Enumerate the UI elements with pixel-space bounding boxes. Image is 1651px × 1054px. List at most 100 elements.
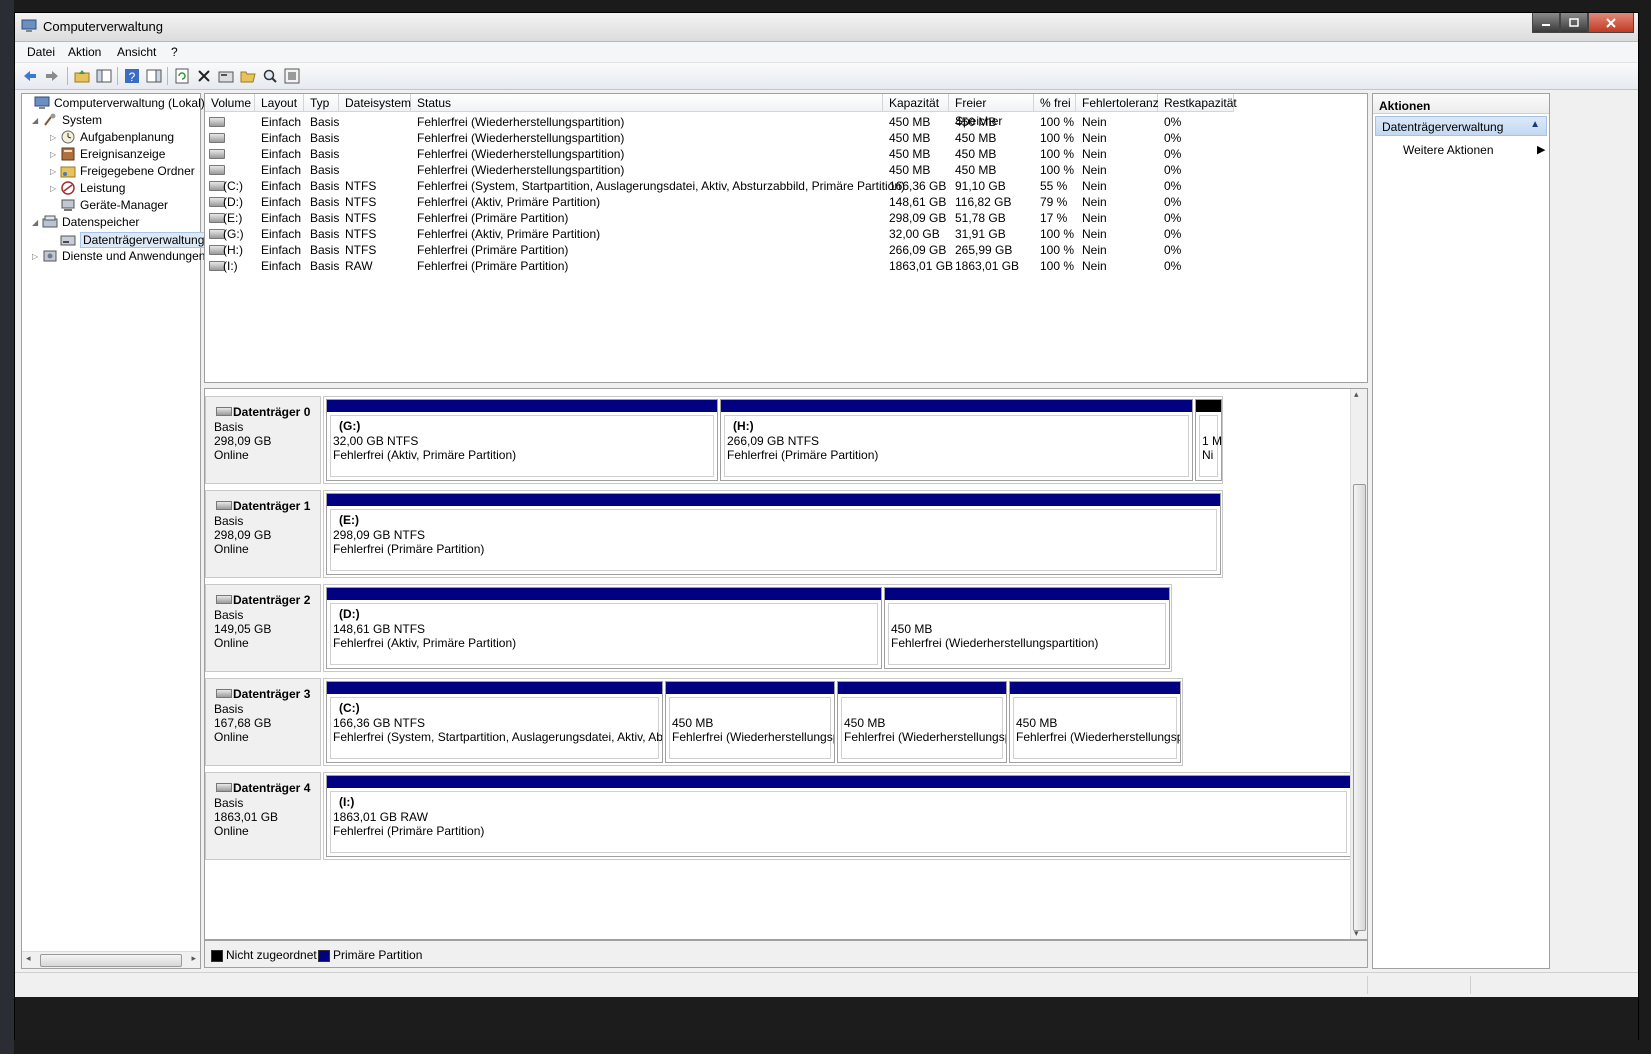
partition[interactable]: (G:) 32,00 GB NTFS Fehlerfrei (Aktiv, Prim… [326, 399, 718, 481]
tree-item-geraete-manager[interactable]: Geräte-Manager [50, 198, 168, 212]
disk-label[interactable]: Datenträger 1 Basis 298,09 GB Online [205, 490, 321, 578]
table-row[interactable]: (D:) Einfach Basis NTFS Fehlerfrei (Aktiv, P… [205, 194, 1367, 210]
scroll-down-icon[interactable]: ▾ [1354, 928, 1359, 939]
status-bar [15, 972, 1638, 997]
properties-button[interactable] [217, 67, 235, 85]
table-row[interactable]: Einfach Basis Fehlerfrei (Wiederherstellun… [205, 146, 1367, 162]
collapse-arrow-icon[interactable]: ◢ [32, 116, 42, 125]
up-folder-icon [74, 70, 90, 83]
table-row[interactable]: Einfach Basis Fehlerfrei (Wiederherstellun… [205, 114, 1367, 130]
tree-item-system[interactable]: ◢ System [32, 113, 102, 127]
column-header-typ[interactable]: Typ [304, 94, 339, 112]
table-row[interactable]: (H:) Einfach Basis NTFS Fehlerfrei (Primäre … [205, 242, 1367, 258]
partition[interactable]: (C:) 166,36 GB NTFS Fehlerfrei (System, St… [326, 681, 663, 763]
table-cell: Basis [310, 131, 340, 145]
delete-button[interactable] [195, 67, 213, 85]
column-header-freier-speicher[interactable]: Freier Speicher [949, 94, 1034, 128]
disk-type: Basis [214, 796, 244, 810]
submenu-arrow-icon[interactable]: ▶ [1537, 143, 1545, 156]
partition[interactable]: (E:) 298,09 GB NTFS Fehlerfrei (Primäre Pa… [326, 493, 1221, 575]
table-cell: Nein [1082, 227, 1107, 241]
column-header-status[interactable]: Status [411, 94, 883, 112]
scrollbar-thumb[interactable] [40, 954, 182, 967]
close-button[interactable] [1588, 13, 1634, 33]
tree-item-label: Dienste und Anwendungen [62, 249, 206, 263]
table-row[interactable]: (C:) Einfach Basis NTFS Fehlerfrei (System, … [205, 178, 1367, 194]
column-header-kapazitaet[interactable]: Kapazität [883, 94, 949, 112]
table-cell: 0% [1164, 243, 1182, 257]
partition[interactable]: (I:) 1863,01 GB RAW Fehlerfrei (Primäre Pa… [326, 775, 1351, 857]
expand-arrow-icon[interactable]: ▷ [50, 184, 60, 193]
title-bar[interactable]: Computerverwaltung [15, 13, 1638, 42]
expand-arrow-icon[interactable]: ▷ [32, 252, 42, 261]
actions-section-datentraegerverwaltung[interactable]: Datenträgerverwaltung ▲ [1375, 116, 1547, 136]
column-header-prozent-frei[interactable]: % frei [1034, 94, 1076, 112]
menu-aktion[interactable]: Aktion [68, 45, 101, 59]
action-item-label: Weitere Aktionen [1403, 143, 1494, 157]
expand-arrow-icon[interactable]: ▷ [50, 133, 60, 142]
scroll-up-icon[interactable]: ▴ [1354, 389, 1359, 400]
tree-item-dienste[interactable]: ▷ Dienste und Anwendungen [32, 249, 205, 263]
partition[interactable]: 450 MB Fehlerfrei (Wiederherstellungspa [1009, 681, 1181, 763]
up-folder-button[interactable] [73, 67, 91, 85]
menu-help[interactable]: ? [171, 45, 178, 59]
tree-item-freigegebene-ordner[interactable]: ▷ Freigegebene Ordner [50, 164, 195, 178]
partition[interactable]: 450 MB Fehlerfrei (Wiederherstellungspart… [884, 587, 1170, 669]
tree-item-ereignisanzeige[interactable]: ▷ Ereignisanzeige [50, 147, 165, 161]
unallocated-partition[interactable]: 1 M Ni [1195, 399, 1222, 481]
scroll-right-icon[interactable]: ▸ [191, 953, 196, 964]
expand-arrow-icon[interactable]: ▷ [50, 167, 60, 176]
table-row[interactable]: (I:) Einfach Basis RAW Fehlerfrei (Primäre P… [205, 258, 1367, 274]
column-header-dateisystem[interactable]: Dateisystem [339, 94, 411, 112]
tree-item-datenspeicher[interactable]: ◢ Datenspeicher [32, 215, 139, 229]
expand-arrow-icon[interactable]: ▷ [50, 150, 60, 159]
tree-item-datentraegerverwaltung[interactable]: Datenträgerverwaltung [50, 232, 208, 248]
menu-datei[interactable]: Datei [27, 45, 55, 59]
open-button[interactable] [239, 67, 257, 85]
tree-item-aufgabenplanung[interactable]: ▷ Aufgabenplanung [50, 130, 174, 144]
minimize-button[interactable] [1532, 13, 1560, 33]
table-cell: Fehlerfrei (Primäre Partition) [417, 211, 569, 225]
show-hide-action-pane-button[interactable] [145, 67, 163, 85]
disk-label[interactable]: Datenträger 4 Basis 1863,01 GB Online [205, 772, 321, 860]
disk-label[interactable]: Datenträger 3 Basis 167,68 GB Online [205, 678, 321, 766]
scroll-left-icon[interactable]: ◂ [26, 953, 31, 964]
collapse-up-icon[interactable]: ▲ [1530, 119, 1540, 130]
table-cell: Fehlerfrei (Aktiv, Primäre Partition) [417, 227, 601, 241]
table-row[interactable]: Einfach Basis Fehlerfrei (Wiederherstellun… [205, 162, 1367, 178]
menu-ansicht[interactable]: Ansicht [117, 45, 156, 59]
refresh-button[interactable] [173, 67, 191, 85]
weitere-aktionen-item[interactable]: Weitere Aktionen [1403, 143, 1494, 157]
partition[interactable]: (D:) 148,61 GB NTFS Fehlerfrei (Aktiv, Pri… [326, 587, 882, 669]
search-button[interactable] [261, 67, 279, 85]
table-row[interactable]: (E:) Einfach Basis NTFS Fehlerfrei (Primäre … [205, 210, 1367, 226]
scrollbar-thumb[interactable] [1353, 484, 1366, 931]
table-cell: Fehlerfrei (Wiederherstellungspartition) [417, 163, 625, 177]
column-header-layout[interactable]: Layout [255, 94, 304, 112]
partition[interactable]: 450 MB Fehlerfrei (Wiederherstellungsp [665, 681, 835, 763]
column-header-restkapazitaet[interactable]: Restkapazität [1158, 94, 1237, 112]
disk-vertical-scrollbar[interactable]: ▴ ▾ [1350, 389, 1367, 939]
forward-button[interactable] [43, 67, 61, 85]
partition[interactable]: 450 MB Fehlerfrei (Wiederherstellungsp [837, 681, 1007, 763]
disk-label[interactable]: Datenträger 2 Basis 149,05 GB Online [205, 584, 321, 672]
partition-status: Fehlerfrei (Aktiv, Primäre Partition) [333, 448, 517, 462]
settings-button[interactable] [283, 67, 301, 85]
tree-item-computerverwaltung[interactable]: Computerverwaltung (Lokal) [24, 96, 205, 110]
disk-label[interactable]: Datenträger 0 Basis 298,09 GB Online [205, 396, 321, 484]
table-row[interactable]: (G:) Einfach Basis NTFS Fehlerfrei (Aktiv, P… [205, 226, 1367, 242]
show-hide-tree-button[interactable] [95, 67, 113, 85]
table-row[interactable]: Einfach Basis Fehlerfrei (Wiederherstellun… [205, 130, 1367, 146]
column-header-fehlertoleranz[interactable]: Fehlertoleranz [1076, 94, 1159, 112]
back-button[interactable] [21, 67, 39, 85]
disk-icon [216, 407, 232, 416]
collapse-arrow-icon[interactable]: ◢ [32, 218, 42, 227]
maximize-button[interactable] [1560, 13, 1588, 33]
tree-horizontal-scrollbar[interactable]: ◂ ▸ [22, 951, 200, 968]
column-header-volume[interactable]: Volume [205, 94, 255, 112]
help-button[interactable]: ? [123, 67, 141, 85]
partition[interactable]: (H:) 266,09 GB NTFS Fehlerfrei (Primäre Pa… [720, 399, 1193, 481]
disk-type: Basis [214, 608, 244, 622]
partition-bar [327, 400, 717, 412]
tree-item-leistung[interactable]: ▷ Leistung [50, 181, 125, 195]
